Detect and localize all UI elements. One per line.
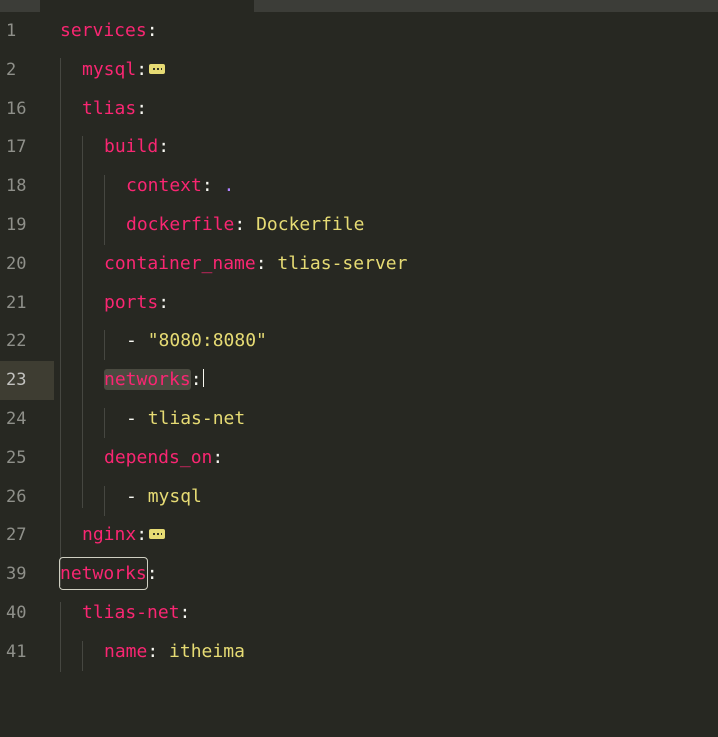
code-line[interactable]: 39 networks: bbox=[0, 555, 718, 594]
yaml-key: services bbox=[60, 20, 147, 41]
yaml-colon: : bbox=[212, 446, 224, 468]
code-text: name: itheima bbox=[104, 633, 245, 672]
folded-ellipsis-icon[interactable] bbox=[149, 529, 166, 540]
tab-active[interactable] bbox=[40, 0, 254, 12]
tab-bar bbox=[0, 0, 718, 12]
yaml-key: nginx bbox=[82, 524, 137, 546]
yaml-colon: : bbox=[201, 175, 224, 197]
line-number: 22 bbox=[6, 331, 27, 352]
yaml-key: context bbox=[126, 175, 202, 197]
line-number: 16 bbox=[6, 98, 27, 119]
code-line[interactable]: 22 - "8080:8080" bbox=[0, 322, 718, 361]
line-number: 19 bbox=[6, 215, 27, 235]
yaml-key: depends_on bbox=[104, 446, 213, 468]
line-number: 18 bbox=[6, 176, 27, 197]
yaml-key: networks bbox=[104, 369, 191, 391]
yaml-colon: : bbox=[146, 20, 158, 41]
code-text: mysql: bbox=[82, 51, 166, 90]
yaml-key: ports bbox=[104, 291, 159, 313]
yaml-dash: - bbox=[126, 330, 148, 352]
line-number: 24 bbox=[6, 409, 27, 429]
code-text: - tlias-net bbox=[126, 400, 245, 439]
code-text: tlias: bbox=[82, 90, 147, 129]
code-line[interactable]: 25 depends_on: bbox=[0, 439, 718, 478]
line-number: 40 bbox=[6, 603, 27, 623]
yaml-key: mysql bbox=[82, 58, 137, 80]
yaml-value: "8080:8080" bbox=[147, 330, 267, 352]
yaml-colon: : bbox=[179, 602, 191, 623]
line-number: 20 bbox=[6, 253, 27, 274]
line-number: 25 bbox=[6, 447, 27, 468]
code-text: - mysql bbox=[126, 478, 202, 517]
code-line[interactable]: 24 - tlias-net bbox=[0, 400, 718, 439]
line-number: 2 bbox=[6, 59, 17, 80]
code-text: depends_on: bbox=[104, 439, 223, 478]
code-text: - "8080:8080" bbox=[126, 322, 267, 361]
code-line[interactable]: 40 tlias-net: bbox=[0, 594, 718, 633]
code-line[interactable]: 19 dockerfile: Dockerfile bbox=[0, 206, 718, 245]
line-number: 23 bbox=[6, 370, 27, 391]
code-text: networks: bbox=[59, 555, 158, 594]
yaml-key: container_name bbox=[104, 252, 256, 274]
code-text: dockerfile: Dockerfile bbox=[126, 206, 364, 245]
yaml-value: . bbox=[223, 175, 235, 197]
yaml-colon: : bbox=[158, 136, 170, 158]
code-editor[interactable]: 1 services: 2 mysql: 16 tlias: 17 build:… bbox=[0, 12, 718, 737]
yaml-colon: : bbox=[146, 563, 158, 585]
line-number: 1 bbox=[6, 21, 17, 41]
code-text: context: . bbox=[126, 167, 234, 206]
yaml-value: Dockerfile bbox=[256, 214, 365, 235]
yaml-value: itheima bbox=[169, 640, 245, 662]
folded-ellipsis-icon[interactable] bbox=[149, 63, 166, 74]
yaml-key: tlias-net bbox=[82, 602, 180, 623]
yaml-dash: - bbox=[126, 485, 148, 507]
code-text: build: bbox=[104, 128, 169, 167]
line-number: 21 bbox=[6, 292, 27, 313]
line-number: 26 bbox=[6, 486, 27, 507]
yaml-colon: : bbox=[136, 58, 148, 80]
code-text: nginx: bbox=[82, 516, 166, 555]
code-text: tlias-net: bbox=[82, 594, 190, 633]
yaml-key: dockerfile bbox=[126, 214, 235, 235]
text-caret bbox=[203, 369, 204, 388]
code-line[interactable]: 17 build: bbox=[0, 128, 718, 167]
yaml-key: networks bbox=[59, 557, 148, 591]
yaml-key: name bbox=[104, 640, 148, 662]
yaml-colon: : bbox=[190, 369, 202, 391]
code-line[interactable]: 1 services: bbox=[0, 12, 718, 51]
code-text: container_name: tlias-server bbox=[104, 245, 407, 284]
yaml-colon: : bbox=[255, 252, 278, 274]
code-text: ports: bbox=[104, 284, 169, 323]
yaml-key: tlias bbox=[82, 97, 137, 119]
yaml-dash: - bbox=[126, 408, 148, 429]
yaml-value: tlias-net bbox=[147, 408, 246, 429]
code-line[interactable]: 27 nginx: bbox=[0, 516, 718, 555]
code-line[interactable]: 16 tlias: bbox=[0, 90, 718, 129]
yaml-colon: : bbox=[234, 214, 257, 235]
yaml-value: mysql bbox=[147, 485, 202, 507]
code-line[interactable]: 21 ports: bbox=[0, 284, 718, 323]
code-line-active[interactable]: 23 networks: bbox=[0, 361, 718, 400]
yaml-key: build bbox=[104, 136, 159, 158]
code-text: networks: bbox=[104, 361, 202, 400]
yaml-colon: : bbox=[136, 97, 148, 119]
code-line[interactable]: 2 mysql: bbox=[0, 51, 718, 90]
yaml-colon: : bbox=[136, 524, 148, 546]
yaml-colon: : bbox=[147, 640, 170, 662]
code-line[interactable]: 26 - mysql bbox=[0, 478, 718, 517]
line-number: 41 bbox=[6, 641, 27, 662]
code-line[interactable]: 18 context: . bbox=[0, 167, 718, 206]
yaml-colon: : bbox=[158, 291, 170, 313]
code-line[interactable]: 41 name: itheima bbox=[0, 633, 718, 672]
line-number: 39 bbox=[6, 564, 27, 585]
line-number: 27 bbox=[6, 525, 27, 546]
line-number: 17 bbox=[6, 137, 27, 158]
yaml-value: tlias-server bbox=[277, 252, 408, 274]
code-line[interactable]: 20 container_name: tlias-server bbox=[0, 245, 718, 284]
code-text: services: bbox=[60, 12, 158, 51]
